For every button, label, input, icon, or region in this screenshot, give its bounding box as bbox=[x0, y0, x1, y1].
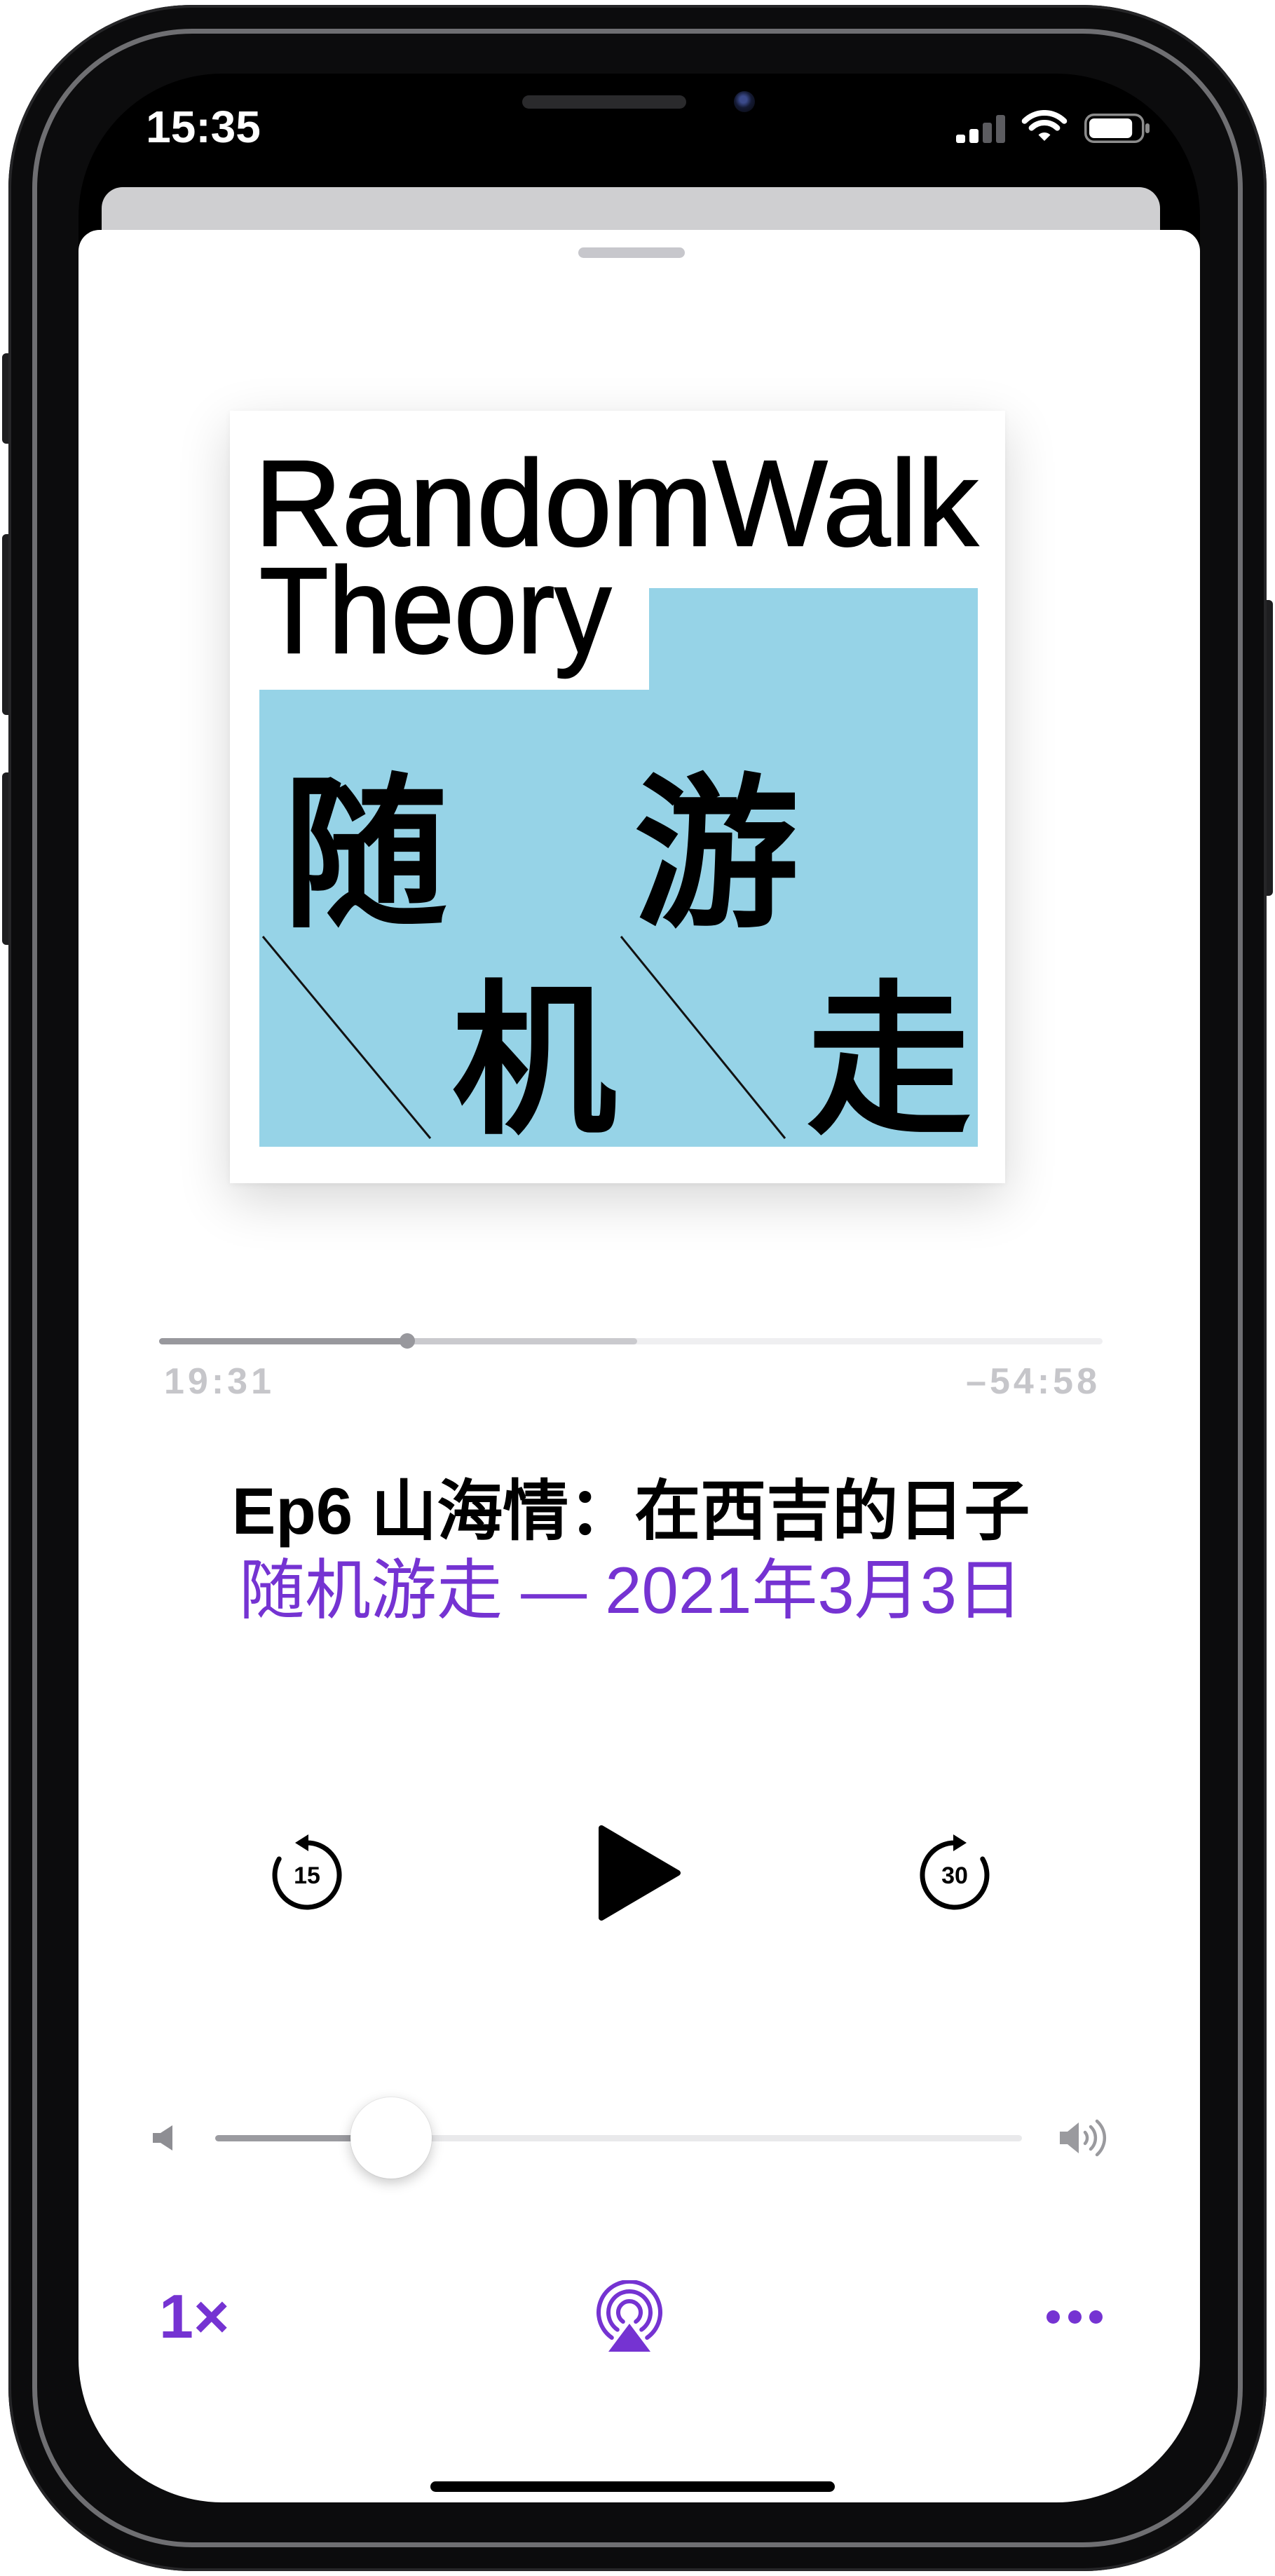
volume-knob[interactable] bbox=[350, 2097, 432, 2179]
more-icon-dot bbox=[1046, 2310, 1060, 2324]
front-camera bbox=[734, 91, 755, 112]
earpiece-speaker bbox=[522, 95, 686, 109]
wifi-icon bbox=[1021, 110, 1068, 141]
airplay-audio-icon bbox=[596, 2279, 662, 2352]
episode-subtitle-link[interactable]: 随机游走 — 2021年3月3日 bbox=[119, 1551, 1143, 1630]
artwork-character: 游 bbox=[634, 763, 799, 947]
now-playing-sheet: RandomWalk Theory 随 游 机 走 19:31 –54:58 E… bbox=[79, 230, 1200, 2502]
elapsed-time: 19:31 bbox=[164, 1361, 275, 1402]
skip-back-button[interactable]: 15 bbox=[268, 1834, 346, 1911]
playback-speed-button[interactable]: 1× bbox=[159, 2282, 229, 2352]
skip-back-seconds: 15 bbox=[294, 1862, 320, 1889]
skip-forward-button[interactable]: 30 bbox=[916, 1834, 993, 1911]
home-indicator[interactable] bbox=[430, 2481, 835, 2492]
podcast-artwork-graphic: RandomWalk Theory 随 游 机 走 bbox=[230, 411, 1005, 1183]
notch bbox=[329, 74, 945, 159]
phone-screen: 15:35 RandomWalk Theory 随 游 机 走 19:31 –5… bbox=[79, 74, 1200, 2502]
skip-back-15-icon: 15 bbox=[272, 1834, 342, 1910]
volume-slider[interactable] bbox=[215, 2097, 1022, 2179]
artwork-character: 机 bbox=[452, 969, 617, 1154]
status-time: 15:35 bbox=[146, 102, 261, 152]
more-icon-dot bbox=[1089, 2310, 1103, 2324]
more-icon-dot bbox=[1068, 2310, 1082, 2324]
progress-played bbox=[159, 1338, 407, 1344]
battery-icon bbox=[1084, 114, 1150, 143]
skip-forward-30-icon: 30 bbox=[920, 1834, 990, 1910]
battery-fill bbox=[1089, 118, 1133, 138]
artwork-character: 走 bbox=[807, 969, 971, 1154]
progress-scrubber[interactable] bbox=[159, 1333, 1103, 1349]
more-button[interactable] bbox=[1046, 2310, 1103, 2324]
signal-bar bbox=[996, 115, 1005, 143]
play-button[interactable] bbox=[598, 1824, 682, 1922]
signal-bar bbox=[956, 135, 965, 143]
signal-bar bbox=[983, 123, 992, 143]
signal-bar bbox=[969, 129, 979, 143]
grabber-handle-icon[interactable] bbox=[578, 247, 685, 258]
progress-knob[interactable] bbox=[399, 1333, 415, 1349]
speaker-high-icon bbox=[1060, 2119, 1107, 2157]
speaker-low-icon bbox=[153, 2125, 172, 2151]
cellular-signal-icon bbox=[956, 115, 1005, 143]
episode-title: Ep6 山海情：在西吉的日子 bbox=[231, 1474, 1030, 1548]
airplay-button[interactable] bbox=[593, 2279, 666, 2353]
phone-frame: 15:35 RandomWalk Theory 随 游 机 走 19:31 –5… bbox=[8, 5, 1267, 2571]
podcast-artwork: RandomWalk Theory 随 游 机 走 bbox=[230, 411, 1005, 1183]
artwork-character: 随 bbox=[283, 763, 448, 947]
skip-forward-seconds: 30 bbox=[941, 1862, 968, 1889]
remaining-time: –54:58 bbox=[966, 1361, 1100, 1402]
artwork-title-line-2: Theory bbox=[259, 542, 611, 679]
status-bar: 15:35 bbox=[79, 74, 1200, 186]
play-icon bbox=[599, 1825, 681, 1921]
